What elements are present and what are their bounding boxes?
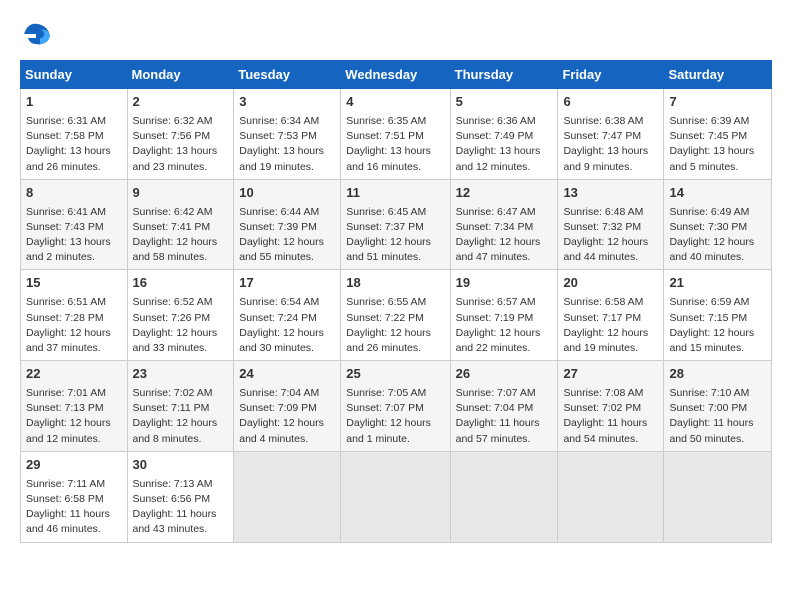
calendar-cell: 3Sunrise: 6:34 AMSunset: 7:53 PMDaylight…	[234, 89, 341, 180]
calendar-week-row: 22Sunrise: 7:01 AMSunset: 7:13 PMDayligh…	[21, 361, 772, 452]
day-number: 17	[239, 274, 335, 293]
day-number: 11	[346, 184, 444, 203]
calendar-cell	[234, 451, 341, 542]
day-number: 26	[456, 365, 553, 384]
calendar-cell: 19Sunrise: 6:57 AMSunset: 7:19 PMDayligh…	[450, 270, 558, 361]
calendar-cell: 1Sunrise: 6:31 AMSunset: 7:58 PMDaylight…	[21, 89, 128, 180]
calendar-cell: 26Sunrise: 7:07 AMSunset: 7:04 PMDayligh…	[450, 361, 558, 452]
calendar-cell: 7Sunrise: 6:39 AMSunset: 7:45 PMDaylight…	[664, 89, 772, 180]
logo	[20, 16, 62, 52]
day-number: 7	[669, 93, 766, 112]
day-header-thursday: Thursday	[450, 61, 558, 89]
day-number: 16	[133, 274, 229, 293]
calendar-cell: 4Sunrise: 6:35 AMSunset: 7:51 PMDaylight…	[341, 89, 450, 180]
calendar-cell: 2Sunrise: 6:32 AMSunset: 7:56 PMDaylight…	[127, 89, 234, 180]
day-number: 27	[563, 365, 658, 384]
day-number: 30	[133, 456, 229, 475]
day-number: 18	[346, 274, 444, 293]
calendar-cell: 28Sunrise: 7:10 AMSunset: 7:00 PMDayligh…	[664, 361, 772, 452]
calendar-cell: 5Sunrise: 6:36 AMSunset: 7:49 PMDaylight…	[450, 89, 558, 180]
header	[20, 16, 772, 52]
day-header-sunday: Sunday	[21, 61, 128, 89]
day-number: 15	[26, 274, 122, 293]
calendar-week-row: 1Sunrise: 6:31 AMSunset: 7:58 PMDaylight…	[21, 89, 772, 180]
calendar-cell: 17Sunrise: 6:54 AMSunset: 7:24 PMDayligh…	[234, 270, 341, 361]
day-header-monday: Monday	[127, 61, 234, 89]
day-number: 21	[669, 274, 766, 293]
calendar-cell: 22Sunrise: 7:01 AMSunset: 7:13 PMDayligh…	[21, 361, 128, 452]
calendar-cell	[664, 451, 772, 542]
calendar-cell: 12Sunrise: 6:47 AMSunset: 7:34 PMDayligh…	[450, 179, 558, 270]
day-number: 24	[239, 365, 335, 384]
calendar-cell: 13Sunrise: 6:48 AMSunset: 7:32 PMDayligh…	[558, 179, 664, 270]
day-header-tuesday: Tuesday	[234, 61, 341, 89]
day-number: 9	[133, 184, 229, 203]
calendar-cell	[341, 451, 450, 542]
calendar-cell: 10Sunrise: 6:44 AMSunset: 7:39 PMDayligh…	[234, 179, 341, 270]
calendar-cell: 18Sunrise: 6:55 AMSunset: 7:22 PMDayligh…	[341, 270, 450, 361]
calendar-cell: 24Sunrise: 7:04 AMSunset: 7:09 PMDayligh…	[234, 361, 341, 452]
calendar-week-row: 15Sunrise: 6:51 AMSunset: 7:28 PMDayligh…	[21, 270, 772, 361]
calendar-cell	[558, 451, 664, 542]
calendar-table: SundayMondayTuesdayWednesdayThursdayFrid…	[20, 60, 772, 543]
day-number: 22	[26, 365, 122, 384]
day-number: 12	[456, 184, 553, 203]
day-header-saturday: Saturday	[664, 61, 772, 89]
calendar-cell: 29Sunrise: 7:11 AMSunset: 6:58 PMDayligh…	[21, 451, 128, 542]
calendar-cell: 20Sunrise: 6:58 AMSunset: 7:17 PMDayligh…	[558, 270, 664, 361]
calendar-week-row: 29Sunrise: 7:11 AMSunset: 6:58 PMDayligh…	[21, 451, 772, 542]
calendar-cell: 23Sunrise: 7:02 AMSunset: 7:11 PMDayligh…	[127, 361, 234, 452]
day-header-friday: Friday	[558, 61, 664, 89]
day-number: 8	[26, 184, 122, 203]
calendar-week-row: 8Sunrise: 6:41 AMSunset: 7:43 PMDaylight…	[21, 179, 772, 270]
day-number: 3	[239, 93, 335, 112]
day-number: 13	[563, 184, 658, 203]
day-number: 23	[133, 365, 229, 384]
page: SundayMondayTuesdayWednesdayThursdayFrid…	[0, 0, 792, 612]
calendar-cell: 9Sunrise: 6:42 AMSunset: 7:41 PMDaylight…	[127, 179, 234, 270]
calendar-cell: 15Sunrise: 6:51 AMSunset: 7:28 PMDayligh…	[21, 270, 128, 361]
day-header-wednesday: Wednesday	[341, 61, 450, 89]
day-number: 5	[456, 93, 553, 112]
day-number: 14	[669, 184, 766, 203]
day-number: 29	[26, 456, 122, 475]
calendar-cell: 30Sunrise: 7:13 AMSunset: 6:56 PMDayligh…	[127, 451, 234, 542]
calendar-cell: 21Sunrise: 6:59 AMSunset: 7:15 PMDayligh…	[664, 270, 772, 361]
day-number: 6	[563, 93, 658, 112]
day-number: 25	[346, 365, 444, 384]
day-number: 28	[669, 365, 766, 384]
generalblue-logo-icon	[20, 16, 56, 52]
day-number: 19	[456, 274, 553, 293]
day-number: 2	[133, 93, 229, 112]
calendar-cell	[450, 451, 558, 542]
day-number: 10	[239, 184, 335, 203]
calendar-cell: 6Sunrise: 6:38 AMSunset: 7:47 PMDaylight…	[558, 89, 664, 180]
calendar-cell: 16Sunrise: 6:52 AMSunset: 7:26 PMDayligh…	[127, 270, 234, 361]
calendar-header-row: SundayMondayTuesdayWednesdayThursdayFrid…	[21, 61, 772, 89]
calendar-cell: 27Sunrise: 7:08 AMSunset: 7:02 PMDayligh…	[558, 361, 664, 452]
day-number: 20	[563, 274, 658, 293]
calendar-cell: 14Sunrise: 6:49 AMSunset: 7:30 PMDayligh…	[664, 179, 772, 270]
calendar-cell: 11Sunrise: 6:45 AMSunset: 7:37 PMDayligh…	[341, 179, 450, 270]
calendar-cell: 8Sunrise: 6:41 AMSunset: 7:43 PMDaylight…	[21, 179, 128, 270]
day-number: 4	[346, 93, 444, 112]
day-number: 1	[26, 93, 122, 112]
calendar-cell: 25Sunrise: 7:05 AMSunset: 7:07 PMDayligh…	[341, 361, 450, 452]
